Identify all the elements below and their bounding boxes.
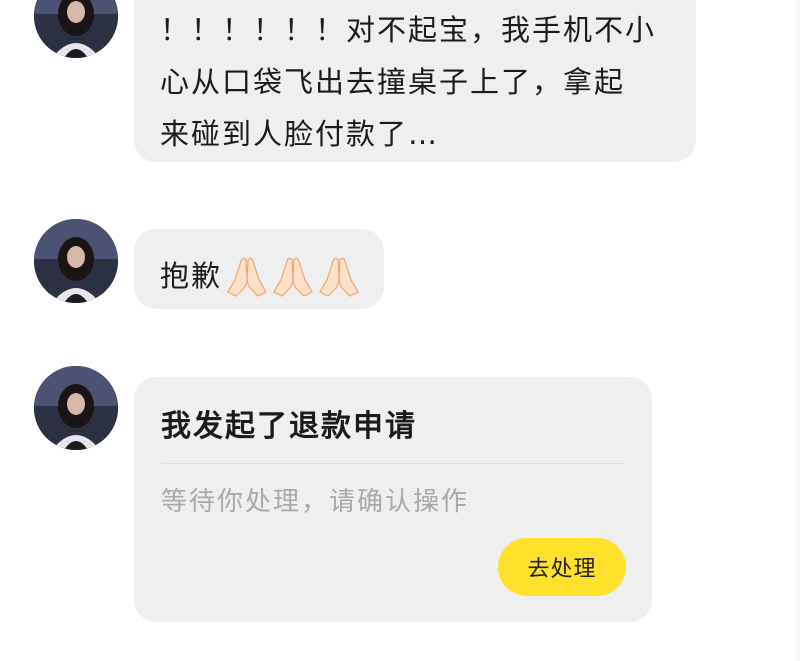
emoji-group [226, 254, 360, 298]
message-text: 抱歉 [160, 259, 223, 293]
handle-refund-button[interactable]: 去处理 [498, 538, 626, 596]
avatar[interactable] [34, 219, 118, 303]
avatar[interactable] [34, 366, 118, 450]
folded-hands-icon [272, 254, 314, 298]
divider [794, 0, 800, 661]
folded-hands-icon [318, 254, 360, 298]
card-title: 我发起了退款申请 [161, 409, 417, 444]
divider [161, 463, 625, 464]
card-subtitle: 等待你处理，请确认操作 [161, 487, 470, 517]
message-bubble[interactable]: ！！！！！！对不起宝，我手机不小 心从口袋飞出去撞桌子上了，拿起 来碰到人脸付款… [134, 0, 696, 162]
message-text: ！！！！！！对不起宝，我手机不小 心从口袋飞出去撞桌子上了，拿起 来碰到人脸付款… [160, 13, 657, 151]
folded-hands-icon [226, 254, 268, 298]
message-bubble[interactable]: 抱歉 [134, 229, 385, 309]
refund-request-card[interactable]: 我发起了退款申请 等待你处理，请确认操作 去处理 [134, 377, 652, 622]
chat-message-list: ！！！！！！对不起宝，我手机不小 心从口袋飞出去撞桌子上了，拿起 来碰到人脸付款… [0, 0, 800, 661]
avatar[interactable] [34, 0, 118, 58]
